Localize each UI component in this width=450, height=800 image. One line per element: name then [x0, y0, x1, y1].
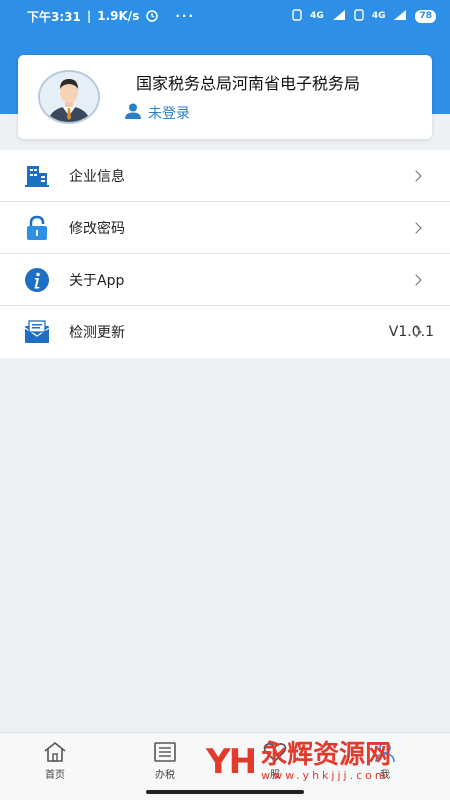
menu-label: 企业信息 [69, 168, 125, 185]
watermark-title: 永辉资源网 [261, 740, 392, 770]
status-left: 下午3:31 | 1.9K/s ··· [27, 8, 195, 25]
status-right: 4G 4G 78 [292, 8, 436, 24]
avatar[interactable] [38, 70, 100, 124]
signal-icon-2 [393, 9, 407, 24]
watermark: YH 永辉资源网 www.yhkjjj.com [206, 741, 391, 782]
org-name: 国家税务总局河南省电子税务局 [136, 74, 361, 93]
info-icon [24, 267, 50, 293]
network-type-1: 4G [310, 11, 324, 21]
status-time: 下午3:31 [27, 9, 81, 24]
menu-label: 修改密码 [69, 220, 125, 237]
alarm-icon [145, 8, 159, 25]
sim2-icon [354, 8, 364, 24]
login-status: 未登录 [148, 106, 190, 122]
settings-menu: 企业信息 修改密码 关于App 检测更新 V1.0.1 [0, 150, 450, 358]
status-separator: | [86, 9, 92, 23]
avatar-person-icon [40, 72, 98, 122]
menu-label: 检测更新 [69, 325, 125, 341]
chevron-right-icon [410, 273, 422, 286]
status-bar: 下午3:31 | 1.9K/s ··· 4G 4G 78 [0, 0, 450, 32]
watermark-text: 永辉资源网 www.yhkjjj.com [261, 741, 391, 782]
sim1-icon [292, 8, 302, 24]
home-indicator[interactable] [146, 790, 304, 794]
list-icon [153, 741, 177, 763]
menu-item-change-password[interactable]: 修改密码 [0, 202, 450, 254]
chevron-right-icon [410, 169, 422, 182]
menu-item-about-app[interactable]: 关于App [0, 254, 450, 306]
menu-item-company-info[interactable]: 企业信息 [0, 150, 450, 202]
network-type-2: 4G [371, 11, 386, 21]
building-icon [24, 163, 50, 189]
battery-indicator: 78 [415, 9, 436, 23]
tab-label: 首页 [45, 770, 65, 781]
mail-update-icon [24, 319, 50, 345]
lock-icon [24, 215, 50, 241]
watermark-logo: YH [206, 741, 257, 782]
network-speed: 1.9K/s [97, 9, 140, 23]
tab-label: 办税 [155, 770, 175, 781]
menu-item-check-update[interactable]: 检测更新 V1.0.1 [0, 306, 450, 358]
signal-icon-1 [332, 9, 346, 24]
menu-label: 关于App [69, 272, 125, 289]
profile-card[interactable]: 国家税务总局河南省电子税务局 未登录 [18, 55, 432, 139]
home-icon [43, 741, 67, 763]
login-link[interactable]: 未登录 [124, 102, 190, 124]
watermark-url: www.yhkjjj.com [261, 769, 389, 782]
user-icon [124, 102, 142, 124]
tab-home[interactable]: 首页 [0, 733, 110, 800]
more-notifications: ··· [175, 9, 196, 23]
chevron-right-icon [410, 221, 422, 234]
